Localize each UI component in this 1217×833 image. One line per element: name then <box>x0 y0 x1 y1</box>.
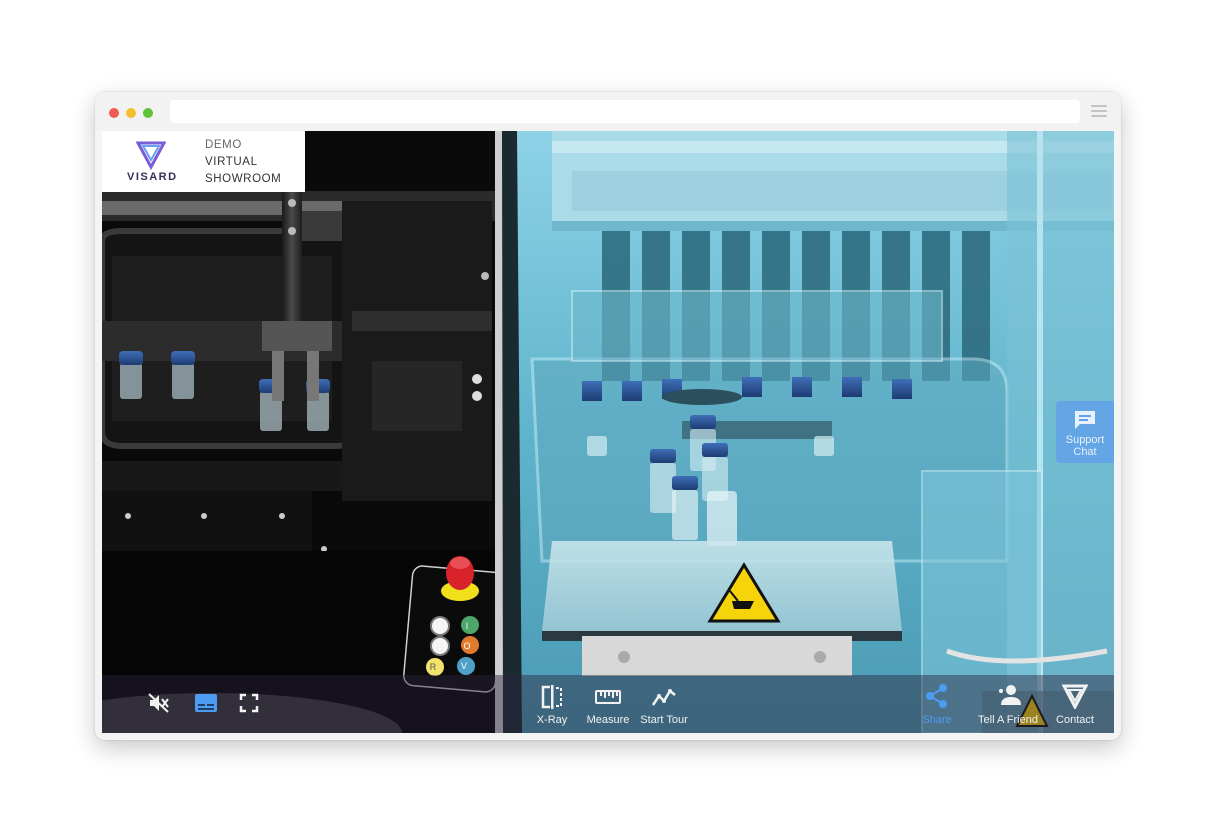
mute-icon <box>148 693 169 713</box>
start-tour-button[interactable]: Start Tour <box>635 685 693 726</box>
machine-scene[interactable]: I O R V <box>102 131 1114 733</box>
browser-window: I O R V VISARD DEMO VIRTUAL SHOWROOM Sup… <box>95 92 1121 740</box>
title-line-demo: DEMO <box>205 139 242 151</box>
title-line-showroom: SHOWROOM <box>205 173 282 185</box>
measure-label: Measure <box>586 714 630 726</box>
fullscreen-button[interactable] <box>239 693 259 716</box>
support-chat-button[interactable]: Support Chat <box>1056 401 1114 463</box>
support-chat-label-1: Support <box>1065 434 1105 446</box>
ruler-icon <box>595 690 621 704</box>
showroom-title: DEMO VIRTUAL SHOWROOM <box>205 137 281 188</box>
hamburger-menu-icon[interactable] <box>1091 105 1107 118</box>
button-letter-v: V <box>461 661 467 671</box>
measure-button[interactable]: Measure <box>581 685 635 726</box>
address-bar[interactable] <box>170 100 1080 123</box>
start-tour-label: Start Tour <box>640 714 688 726</box>
share-label: Share <box>922 714 952 726</box>
3d-viewport[interactable]: I O R V VISARD DEMO VIRTUAL SHOWROOM Sup… <box>102 131 1114 733</box>
add-person-icon <box>999 685 1021 705</box>
contact-logo-icon <box>1061 684 1089 711</box>
tell-a-friend-label: Tell A Friend <box>978 714 1038 726</box>
button-letter-o: O <box>463 641 470 651</box>
fullscreen-icon <box>239 693 259 713</box>
mute-button[interactable] <box>148 693 170 716</box>
title-line-virtual: VIRTUAL <box>205 156 258 168</box>
close-window-button[interactable] <box>109 108 119 118</box>
maximize-window-button[interactable] <box>143 108 153 118</box>
tour-path-icon <box>651 689 676 706</box>
button-letter-i: I <box>466 621 469 631</box>
logo-wordmark: VISARD <box>127 171 178 183</box>
button-letter-r: R <box>430 662 437 672</box>
xray-label: X-Ray <box>536 714 568 726</box>
contact-label: Contact <box>1056 714 1094 726</box>
share-icon <box>926 684 947 708</box>
visard-logo-icon <box>136 141 166 170</box>
xray-icon <box>541 685 562 709</box>
bottom-toolbar: X-Ray Measure Start Tour Share Tell A Fr… <box>102 675 1114 733</box>
xray-button[interactable]: X-Ray <box>527 685 577 726</box>
subtitles-icon <box>195 694 217 712</box>
control-panel: I O R V <box>403 556 505 693</box>
contact-button[interactable]: Contact <box>1050 683 1100 726</box>
tell-a-friend-button[interactable]: Tell A Friend <box>974 683 1042 726</box>
brand-logo-box[interactable]: VISARD DEMO VIRTUAL SHOWROOM <box>102 131 305 192</box>
title-bar <box>95 92 1121 131</box>
minimize-window-button[interactable] <box>126 108 136 118</box>
subtitles-button[interactable] <box>195 693 217 716</box>
support-chat-label-2: Chat <box>1073 446 1097 458</box>
share-button[interactable]: Share <box>917 683 957 726</box>
chat-icon <box>1075 411 1095 429</box>
